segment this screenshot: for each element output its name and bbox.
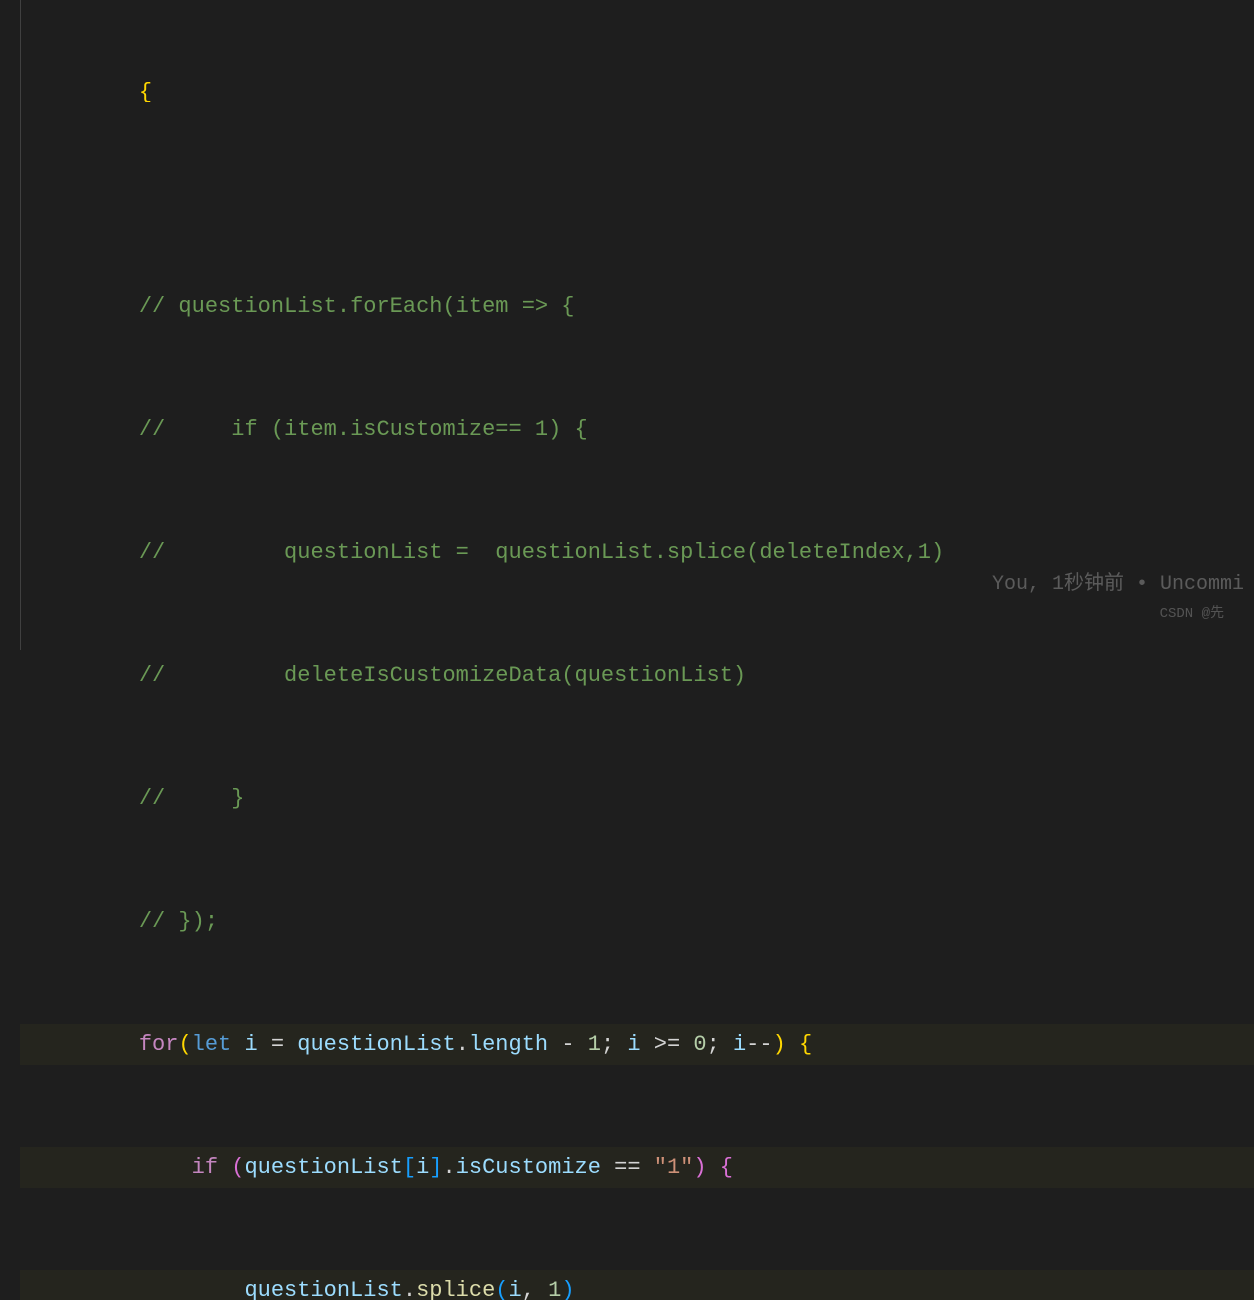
code-line[interactable]: // }); (20, 901, 1254, 942)
keyword-if: if (192, 1155, 218, 1180)
keyword-for: for (139, 1032, 179, 1057)
gutter (0, 0, 20, 650)
code-line[interactable] (20, 184, 1254, 204)
comment: // }); (139, 909, 218, 934)
code-line[interactable]: questionList.splice(i, 1) (20, 1270, 1254, 1300)
code-line[interactable]: // } (20, 778, 1254, 819)
keyword-let: let (192, 1032, 232, 1057)
code-line[interactable]: // questionList.forEach(item => { (20, 286, 1254, 327)
code-line[interactable]: { (20, 82, 1254, 102)
code-line[interactable]: // if (item.isCustomize== 1) { (20, 409, 1254, 450)
watermark: CSDN @先 (1160, 594, 1224, 635)
code-area[interactable]: { // questionList.forEach(item => { // i… (20, 0, 1254, 650)
comment: // questionList.forEach(item => { (139, 294, 575, 319)
code-line[interactable]: for(let i = questionList.length - 1; i >… (20, 1024, 1254, 1065)
comment: // } (139, 786, 245, 811)
comment: // if (item.isCustomize== 1) { (139, 417, 588, 442)
code-line[interactable]: if (questionList[i].isCustomize == "1") … (20, 1147, 1254, 1188)
comment: // questionList = questionList.splice(de… (139, 540, 944, 565)
comment: // deleteIsCustomizeData(questionList) (139, 663, 746, 688)
code-editor[interactable]: { // questionList.forEach(item => { // i… (0, 0, 1254, 650)
code-line[interactable]: // deleteIsCustomizeData(questionList) (20, 655, 1254, 696)
